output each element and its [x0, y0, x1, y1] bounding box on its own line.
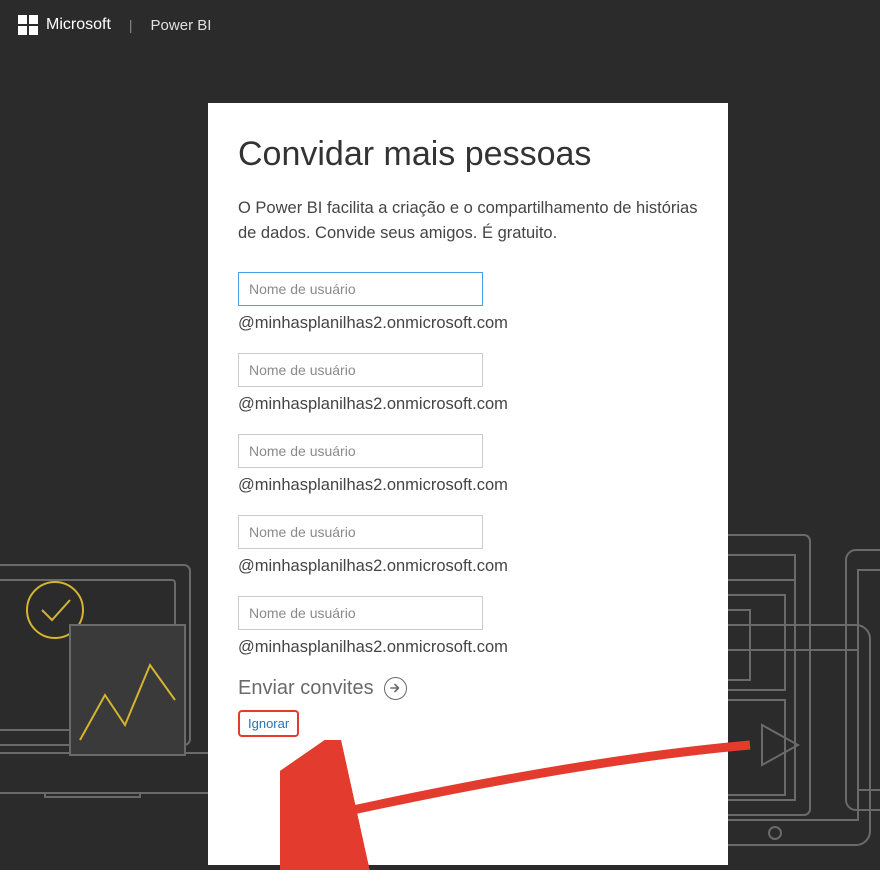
- page-subtitle: O Power BI facilita a criação e o compar…: [238, 196, 698, 246]
- app-header: Microsoft | Power BI: [0, 0, 880, 50]
- microsoft-logo-icon: [18, 15, 38, 35]
- domain-suffix: @minhasplanilhas2.onmicrosoft.com: [238, 314, 698, 333]
- domain-suffix: @minhasplanilhas2.onmicrosoft.com: [238, 557, 698, 576]
- invite-card: Convidar mais pessoas O Power BI facilit…: [208, 103, 728, 865]
- username-input[interactable]: [238, 272, 483, 306]
- microsoft-brand: Microsoft: [18, 15, 111, 35]
- send-invites-button[interactable]: Enviar convites: [238, 677, 698, 700]
- invite-block: @minhasplanilhas2.onmicrosoft.com: [238, 272, 698, 333]
- page-title: Convidar mais pessoas: [238, 135, 698, 174]
- username-input[interactable]: [238, 434, 483, 468]
- username-input[interactable]: [238, 353, 483, 387]
- username-input[interactable]: [238, 515, 483, 549]
- invite-block: @minhasplanilhas2.onmicrosoft.com: [238, 434, 698, 495]
- company-name: Microsoft: [46, 16, 111, 34]
- invite-block: @minhasplanilhas2.onmicrosoft.com: [238, 596, 698, 657]
- domain-suffix: @minhasplanilhas2.onmicrosoft.com: [238, 638, 698, 657]
- invite-block: @minhasplanilhas2.onmicrosoft.com: [238, 515, 698, 576]
- arrow-right-circle-icon: [384, 677, 407, 700]
- send-invites-label: Enviar convites: [238, 677, 374, 700]
- separator: |: [129, 17, 133, 33]
- domain-suffix: @minhasplanilhas2.onmicrosoft.com: [238, 476, 698, 495]
- product-name: Power BI: [151, 17, 212, 34]
- domain-suffix: @minhasplanilhas2.onmicrosoft.com: [238, 395, 698, 414]
- invite-block: @minhasplanilhas2.onmicrosoft.com: [238, 353, 698, 414]
- username-input[interactable]: [238, 596, 483, 630]
- ignore-button[interactable]: Ignorar: [238, 710, 299, 737]
